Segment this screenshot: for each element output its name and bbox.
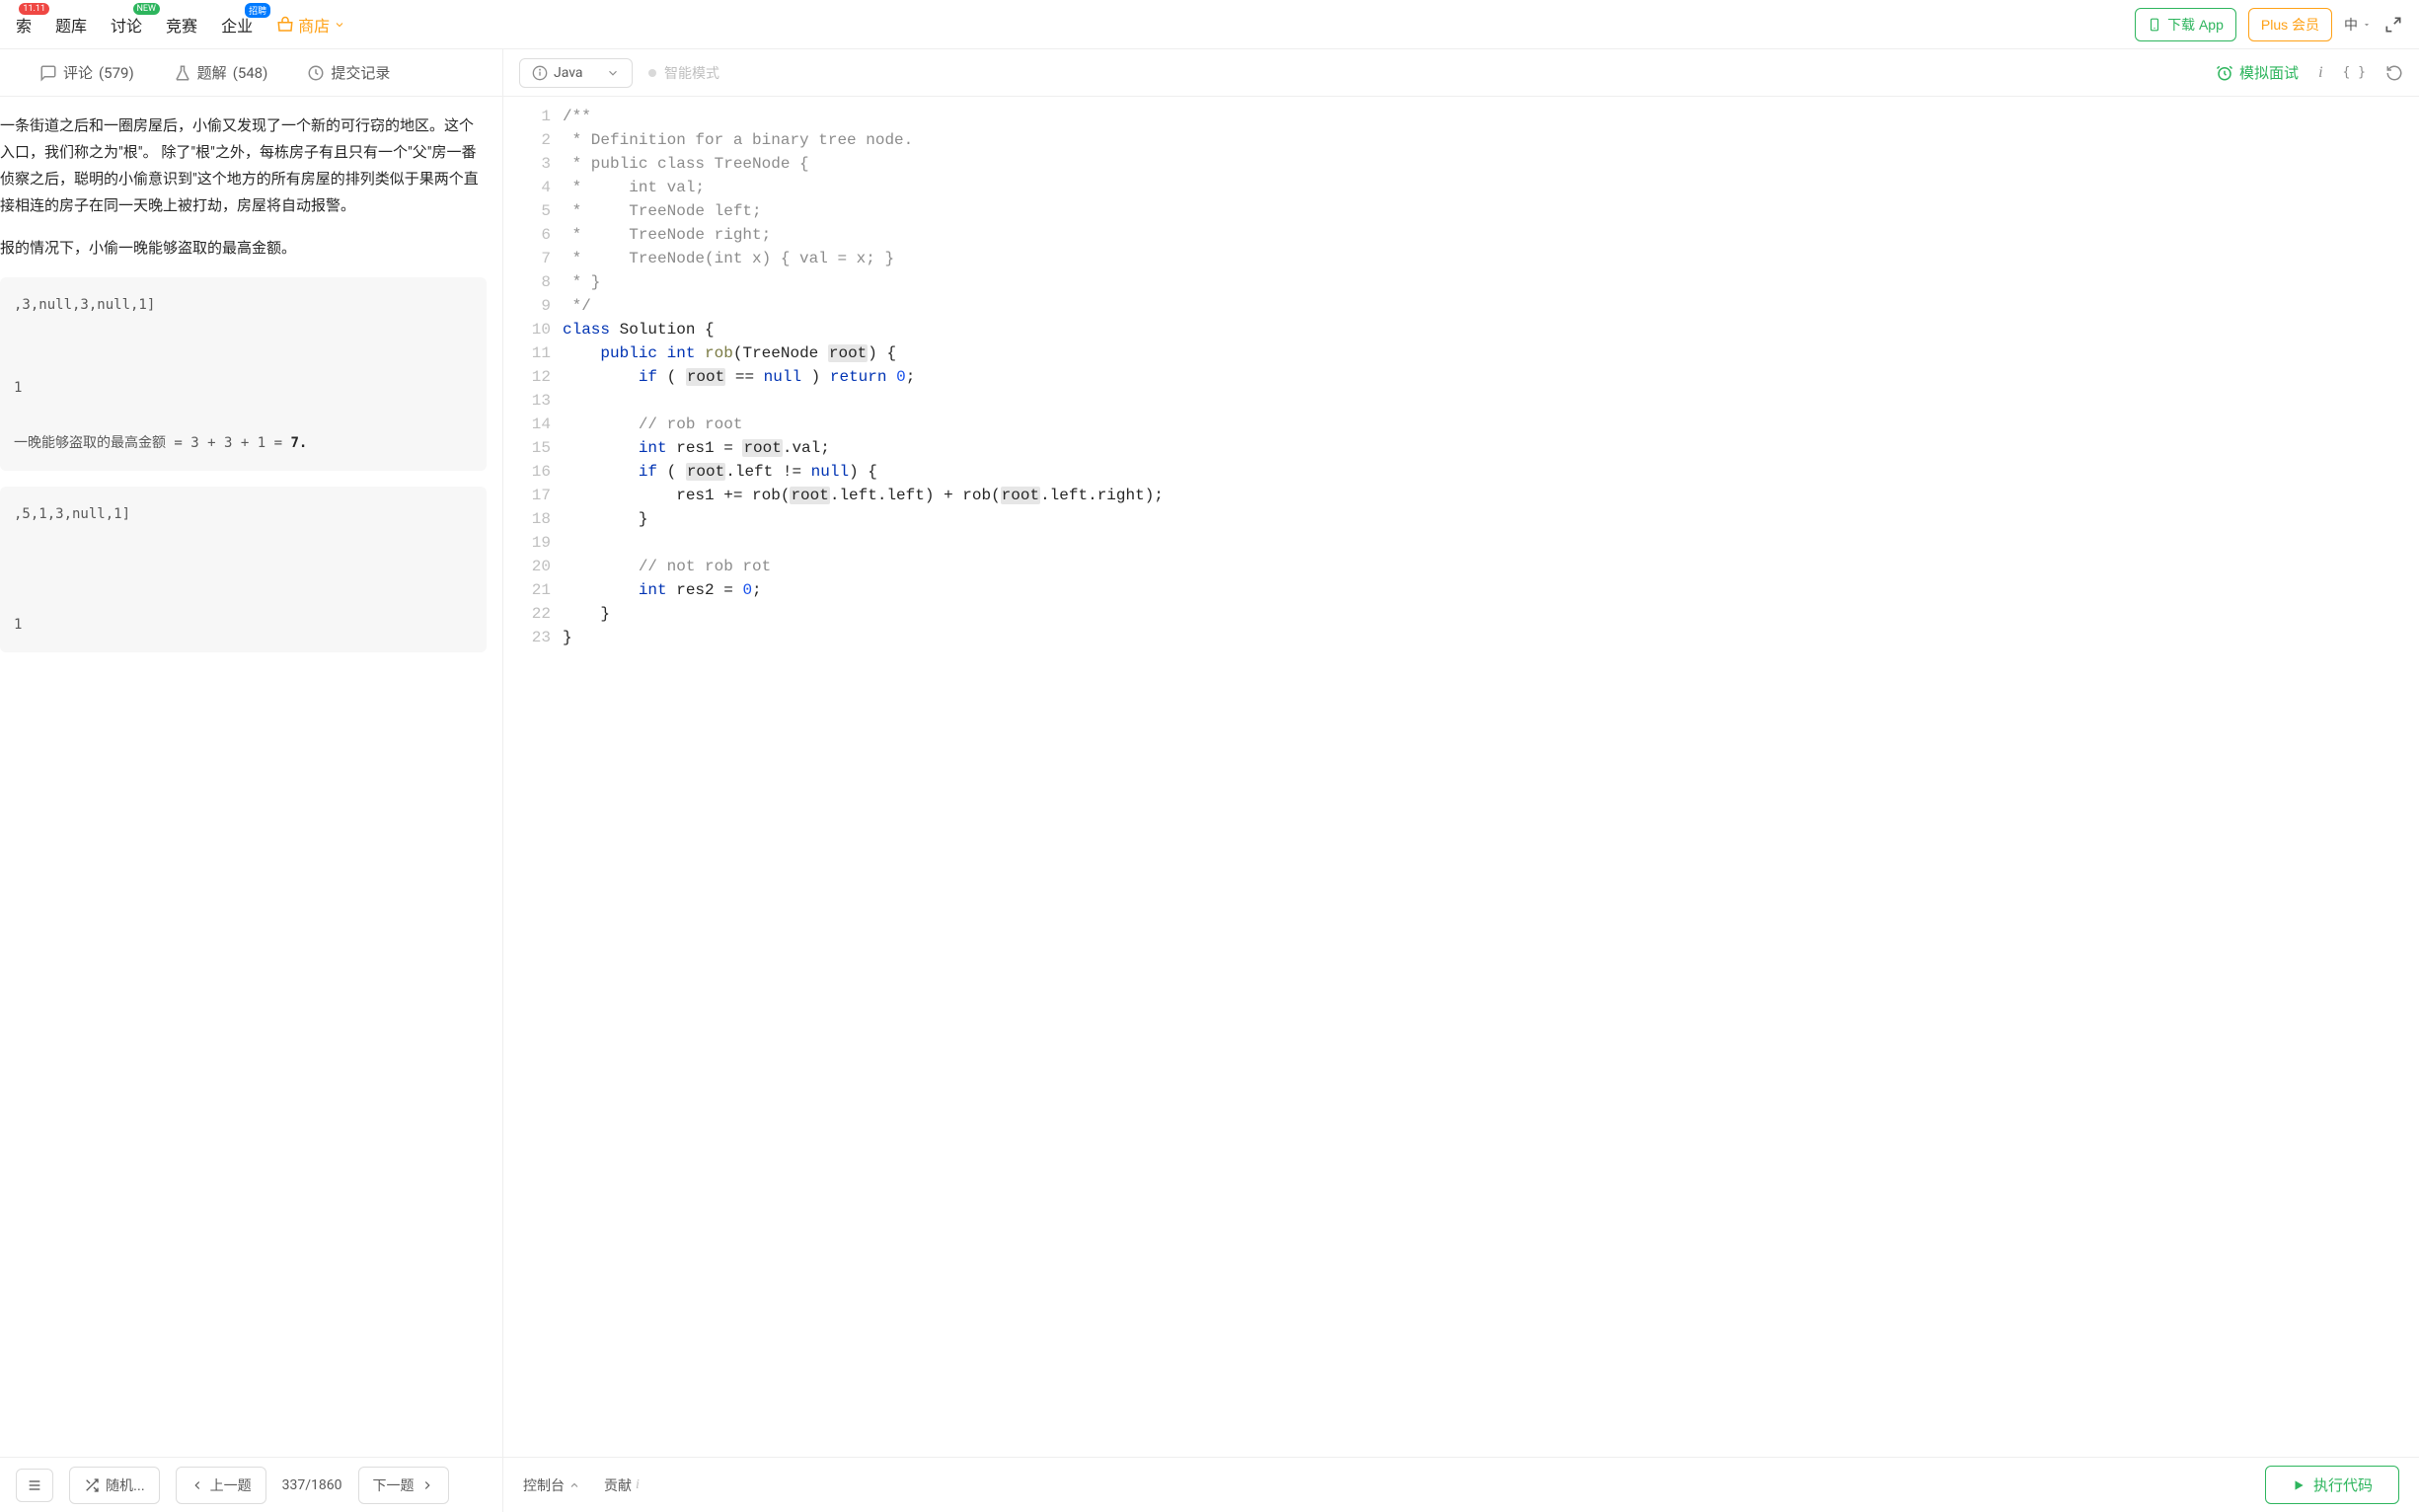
- mock-interview-button[interactable]: 模拟面试: [2216, 62, 2299, 83]
- problem-paragraph: 报的情况下，小偷一晚能够盗取的最高金额。: [0, 235, 487, 262]
- example-2: ,5,1,3,null,1] 1: [0, 487, 487, 652]
- info-button[interactable]: i: [2318, 64, 2322, 82]
- code-area[interactable]: /** * Definition for a binary tree node.…: [563, 97, 2419, 1457]
- nav-contest[interactable]: 竞赛: [166, 13, 197, 37]
- clock-icon: [307, 64, 325, 82]
- braces-button[interactable]: { }: [2343, 65, 2366, 80]
- tab-comments[interactable]: 评论 (579): [39, 62, 134, 83]
- reset-icon: [2385, 64, 2403, 82]
- nav-enterprise[interactable]: 企业 招聘: [221, 13, 253, 37]
- alarm-icon: [2216, 64, 2233, 82]
- editor-header: Java 智能模式 模拟面试 i { }: [503, 49, 2419, 97]
- prev-problem-button[interactable]: 上一题: [176, 1467, 266, 1504]
- top-nav: 索 11.11 题库 讨论 NEW 竞赛 企业 招聘 商店 下载 App Plu…: [0, 0, 2419, 49]
- list-button[interactable]: [16, 1469, 53, 1502]
- problem-tabs: 评论 (579) 题解(548) 提交记录: [0, 49, 502, 97]
- line-gutter: 1234567891011121314151617181920212223: [503, 97, 563, 1457]
- comment-icon: [39, 64, 57, 82]
- shuffle-icon: [84, 1477, 100, 1493]
- nav-store[interactable]: 商店: [276, 13, 345, 37]
- chevron-right-icon: [420, 1478, 434, 1492]
- next-problem-button[interactable]: 下一题: [358, 1467, 449, 1504]
- reset-button[interactable]: [2385, 64, 2403, 82]
- language-dropdown[interactable]: Java: [519, 58, 633, 88]
- chevron-down-icon: [334, 19, 345, 31]
- contribute-link[interactable]: 贡献 i: [604, 1475, 640, 1495]
- plus-member-button[interactable]: Plus 会员: [2248, 8, 2332, 41]
- locale-selector[interactable]: 中: [2344, 15, 2372, 35]
- fullscreen-icon[interactable]: [2383, 15, 2403, 35]
- badge-hiring: 招聘: [245, 3, 270, 18]
- caret-down-icon: [2362, 20, 2372, 30]
- problem-description: 一条街道之后和一圈房屋后，小偷又发现了一个新的可行窃的地区。这个入口，我们称之为…: [0, 97, 502, 1457]
- problem-paragraph: 一条街道之后和一圈房屋后，小偷又发现了一个新的可行窃的地区。这个入口，我们称之为…: [0, 113, 487, 219]
- nav-problems[interactable]: 题库: [55, 13, 87, 37]
- flask-icon: [174, 64, 191, 82]
- badge-1111: 11.11: [19, 3, 49, 15]
- problem-footer: 随机... 上一题 337/1860 下一题: [0, 1457, 502, 1512]
- example-1: ,3,null,3,null,1] 1 一晚能够盗取的最高金额 = 3 + 3 …: [0, 277, 487, 471]
- problem-panel: 评论 (579) 题解(548) 提交记录 一条街道之后和一圈房屋后，小偷又发现…: [0, 49, 503, 1512]
- smart-mode-toggle[interactable]: 智能模式: [648, 63, 719, 83]
- nav-explore[interactable]: 索 11.11: [16, 13, 32, 37]
- editor-panel: Java 智能模式 模拟面试 i { } 12345678: [503, 49, 2419, 1512]
- run-code-button[interactable]: 执行代码: [2265, 1466, 2399, 1504]
- shuffle-button[interactable]: 随机...: [69, 1467, 160, 1504]
- chevron-left-icon: [190, 1478, 204, 1492]
- store-icon: [276, 16, 294, 34]
- nav-discuss[interactable]: 讨论 NEW: [111, 13, 142, 37]
- editor-footer: 控制台 贡献 i 执行代码: [503, 1457, 2419, 1512]
- status-dot-icon: [648, 69, 656, 77]
- badge-new: NEW: [133, 3, 161, 15]
- tab-submissions[interactable]: 提交记录: [307, 62, 390, 83]
- phone-icon: [2148, 18, 2161, 32]
- download-app-button[interactable]: 下载 App: [2135, 8, 2236, 41]
- console-toggle[interactable]: 控制台: [523, 1475, 580, 1495]
- code-editor[interactable]: 1234567891011121314151617181920212223 /*…: [503, 97, 2419, 1457]
- page-indicator: 337/1860: [282, 1477, 342, 1493]
- info-icon: [532, 65, 548, 81]
- list-icon: [27, 1477, 42, 1493]
- play-icon: [2292, 1478, 2306, 1492]
- chevron-up-icon: [568, 1479, 580, 1491]
- tab-solutions[interactable]: 题解(548): [174, 62, 268, 83]
- chevron-down-icon: [606, 66, 620, 80]
